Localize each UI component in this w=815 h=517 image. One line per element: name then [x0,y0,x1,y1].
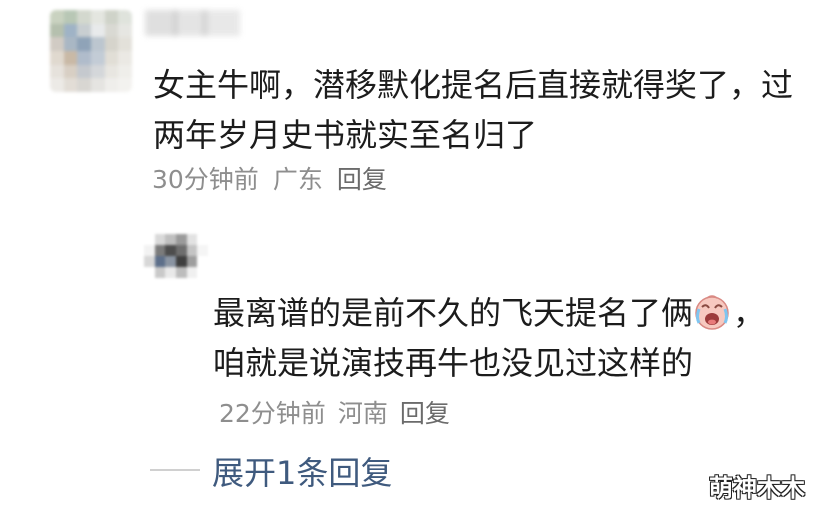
expand-replies-button[interactable]: 展开1条回复 [212,448,392,494]
crying-laughing-face-icon [693,293,731,331]
reply-text: 最离谱的是前不久的飞天提名了俩 ，咱就是说演技再牛也没见过这样的 22分钟前 河南回… [213,288,773,439]
reply-meta: 22分钟前 河南 回复 [219,389,450,439]
replier-avatar[interactable] [144,234,208,278]
expand-divider [150,469,200,471]
comment-time: 30分钟前 [152,165,259,194]
reply-reply-button[interactable]: 回复 [400,389,450,439]
comment-location: 广东 [272,165,323,194]
watermark: 萌神木木 [709,474,805,502]
reply-time: 22分钟前 [219,399,326,428]
commenter-username[interactable] [145,10,240,36]
comment-text: 女主牛啊，潜移默化提名后直接就得奖了，过两年岁月史书就实至名归了 [153,66,794,154]
reply-location: 河南 [337,399,388,428]
comment-meta: 30分钟前 广东 回复 [152,160,387,196]
comment-reply-button[interactable]: 回复 [337,160,387,196]
commenter-avatar[interactable] [50,10,132,92]
reply-text-part-1: 最离谱的是前不久的飞天提名了俩 [213,294,694,332]
